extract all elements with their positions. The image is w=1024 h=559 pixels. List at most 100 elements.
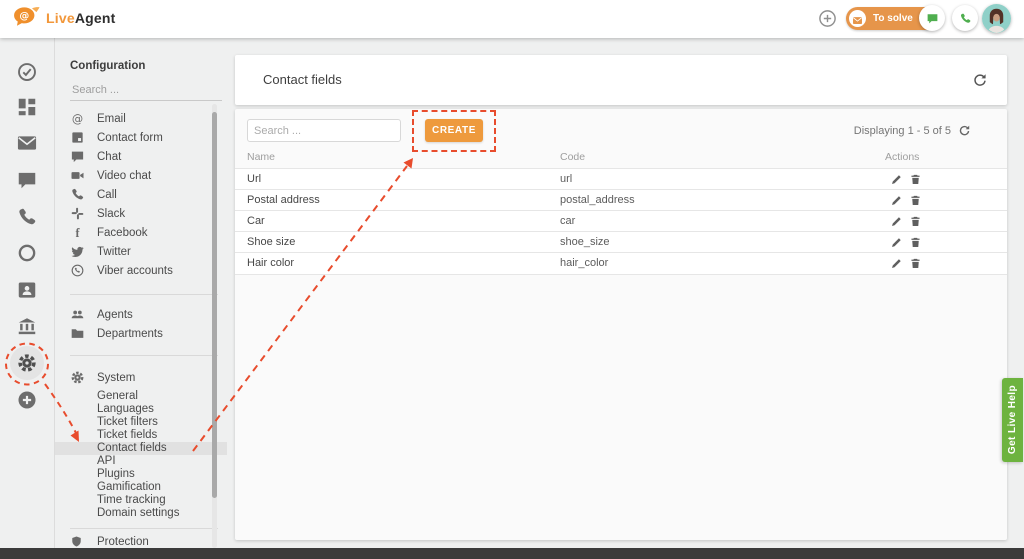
table-row: Car car: [235, 210, 1007, 232]
table-row: Postal address postal_address: [235, 189, 1007, 211]
calls-icon: [959, 12, 972, 25]
edit-pencil-icon[interactable]: [890, 236, 903, 249]
add-badge-icon[interactable]: [16, 389, 38, 411]
delete-trash-icon[interactable]: [909, 236, 922, 249]
call-icon: [70, 187, 85, 202]
svg-text:@: @: [72, 112, 83, 125]
tasks-check-icon[interactable]: [16, 61, 38, 83]
calls-button[interactable]: [952, 5, 978, 31]
mail-icon[interactable]: [16, 132, 38, 154]
sidebar-divider: [70, 355, 218, 356]
delete-trash-icon[interactable]: [909, 257, 922, 270]
table-row: Hair color hair_color: [235, 252, 1007, 275]
sidebar-item-ticket-fields[interactable]: Ticket fields: [55, 429, 227, 442]
brand-text: LiveAgent: [46, 10, 116, 26]
svg-text:f: f: [75, 226, 80, 240]
sidebar-item-languages[interactable]: Languages: [55, 403, 227, 416]
sidebar-item-ticket-filters[interactable]: Ticket filters: [55, 416, 227, 429]
call-icon[interactable]: [16, 206, 38, 228]
chats-button[interactable]: [919, 5, 945, 31]
contact-fields-panel: CREATE Displaying 1 - 5 of 5 Name Code A…: [235, 109, 1007, 540]
pagination-info: Displaying 1 - 5 of 5: [715, 119, 991, 142]
sidebar-item-agents[interactable]: Agents: [55, 306, 227, 324]
dashboard-icon[interactable]: [16, 96, 38, 118]
contact-form-icon: [70, 130, 85, 145]
sidebar-item-time-tracking[interactable]: Time tracking: [55, 494, 227, 507]
contacts-icon[interactable]: [16, 279, 38, 301]
sidebar-item-twitter[interactable]: Twitter: [55, 243, 227, 261]
sidebar-item-viber[interactable]: Viber accounts: [55, 262, 227, 280]
liveagent-app: @ LiveAgent To solve 1: [0, 0, 1024, 559]
liveagent-bubble-icon: @: [13, 6, 40, 29]
get-live-help-tab[interactable]: Get Live Help: [1002, 378, 1023, 462]
sidebar-scrollbar-thumb[interactable]: [212, 112, 217, 498]
delete-trash-icon[interactable]: [909, 215, 922, 228]
slack-icon: [70, 206, 85, 221]
sidebar-item-video-chat[interactable]: Video chat: [55, 167, 227, 185]
sidebar-item-contact-form[interactable]: Contact form: [55, 129, 227, 147]
ring-icon[interactable]: [16, 242, 38, 264]
page-title: Contact fields: [263, 55, 342, 105]
refresh-icon[interactable]: [958, 124, 971, 137]
liveagent-logo[interactable]: @ LiveAgent: [13, 6, 116, 29]
sidebar-item-contact-fields[interactable]: Contact fields: [55, 442, 227, 455]
sidebar-title: Configuration: [70, 60, 145, 72]
edit-pencil-icon[interactable]: [890, 194, 903, 207]
table-search-input[interactable]: [247, 119, 401, 142]
column-code: Code: [560, 151, 585, 163]
table-row: Shoe size shoe_size: [235, 231, 1007, 253]
viber-icon: [70, 263, 85, 278]
twitter-icon: [70, 244, 85, 259]
page-header-card: Contact fields: [235, 55, 1007, 105]
column-actions: Actions: [885, 151, 919, 163]
sidebar-item-call[interactable]: Call: [55, 186, 227, 204]
facebook-icon: f: [70, 225, 85, 240]
sidebar-item-domain-settings[interactable]: Domain settings: [55, 507, 227, 520]
add-circle-button[interactable]: [818, 9, 837, 28]
chat-bubble-icon: [70, 149, 85, 164]
table-row: Url url: [235, 168, 1007, 190]
to-solve-label: To solve: [873, 13, 913, 24]
add-circle-icon: [818, 9, 837, 28]
column-name: Name: [247, 151, 275, 163]
video-chat-icon: [70, 168, 85, 183]
edit-pencil-icon[interactable]: [890, 257, 903, 270]
refresh-icon[interactable]: [972, 72, 988, 88]
sidebar-item-facebook[interactable]: f Facebook: [55, 224, 227, 242]
sidebar-item-plugins[interactable]: Plugins: [55, 468, 227, 481]
displaying-text: Displaying 1 - 5 of 5: [854, 125, 951, 137]
sidebar-item-email[interactable]: @ Email: [55, 110, 227, 128]
sidebar-item-general[interactable]: General: [55, 390, 227, 403]
envelope-icon: [852, 13, 863, 24]
sidebar-item-chat[interactable]: Chat: [55, 148, 227, 166]
sidebar-item-api[interactable]: API: [55, 455, 227, 468]
configuration-sidebar: Configuration @ Email Contact form Chat …: [55, 38, 227, 548]
sidebar-divider: [70, 294, 218, 295]
sidebar-item-protection[interactable]: Protection: [55, 535, 227, 549]
settings-gear-icon[interactable]: [16, 352, 38, 374]
sidebar-item-slack[interactable]: Slack: [55, 205, 227, 223]
table-header: Name Code Actions: [235, 151, 1007, 168]
avatar[interactable]: [982, 4, 1011, 33]
edit-pencil-icon[interactable]: [890, 215, 903, 228]
sidebar-item-departments[interactable]: Departments: [55, 325, 227, 343]
gear-icon: [70, 370, 85, 385]
email-icon: @: [70, 111, 85, 126]
departments-icon: [70, 326, 85, 341]
sidebar-item-gamification[interactable]: Gamification: [55, 481, 227, 494]
sidebar-search-input[interactable]: [70, 80, 222, 101]
chats-icon: [926, 12, 939, 25]
edit-pencil-icon[interactable]: [890, 173, 903, 186]
company-icon[interactable]: [16, 316, 38, 338]
agents-icon: [70, 307, 85, 322]
sidebar-item-system[interactable]: System: [55, 369, 227, 387]
delete-trash-icon[interactable]: [909, 194, 922, 207]
svg-text:@: @: [19, 11, 29, 22]
delete-trash-icon[interactable]: [909, 173, 922, 186]
envelope-badge: [849, 10, 866, 27]
bottom-edge-bar: [0, 548, 1024, 559]
chat-icon[interactable]: [16, 169, 38, 191]
top-bar: @ LiveAgent To solve 1: [0, 0, 1024, 38]
protection-icon: [70, 535, 83, 548]
create-button[interactable]: CREATE: [425, 119, 483, 142]
